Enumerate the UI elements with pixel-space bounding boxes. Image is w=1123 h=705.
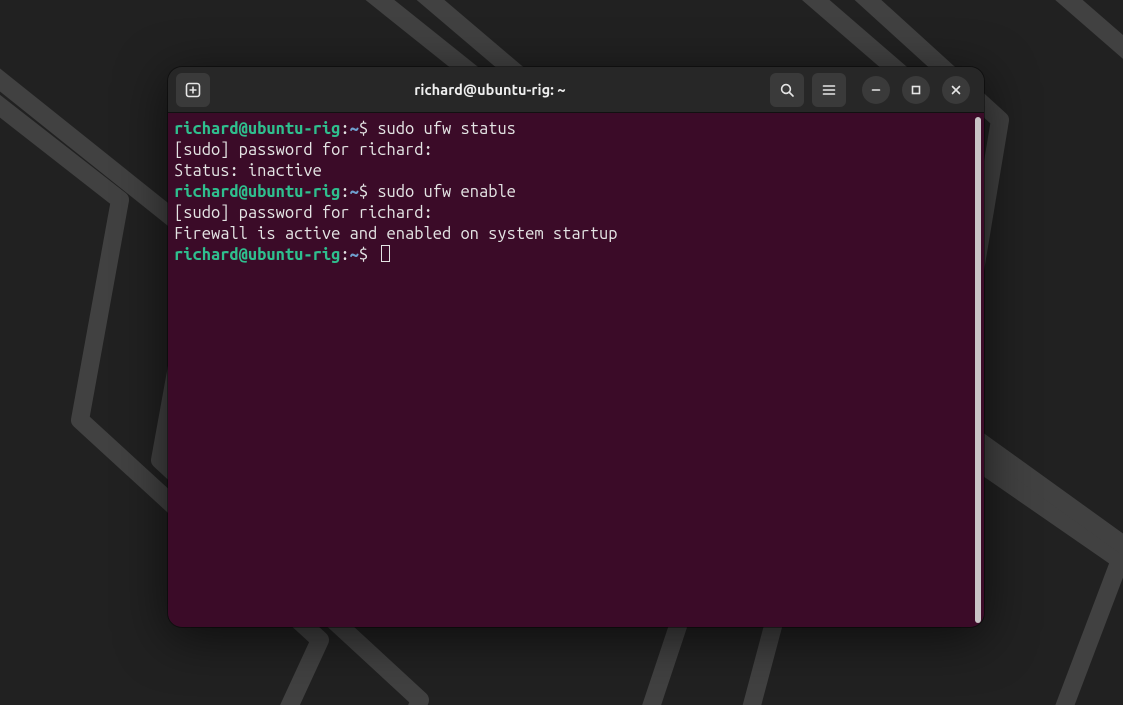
search-icon (779, 82, 795, 98)
prompt-path: ~ (350, 246, 359, 264)
command-text (368, 246, 377, 264)
prompt-path: ~ (350, 183, 359, 201)
prompt-symbol: $ (359, 183, 368, 201)
prompt-separator: : (340, 246, 349, 264)
terminal-window: richard@ubuntu-rig: ~ (168, 67, 984, 627)
scrollbar-thumb[interactable] (975, 117, 981, 623)
prompt-symbol: $ (359, 246, 368, 264)
cursor (381, 245, 390, 262)
minimize-button[interactable] (862, 76, 890, 104)
close-icon (950, 84, 962, 96)
output-line: [sudo] password for richard: (174, 141, 442, 159)
output-line: Firewall is active and enabled on system… (174, 225, 618, 243)
menu-button[interactable] (812, 73, 846, 107)
prompt-separator: : (340, 183, 349, 201)
command-text: sudo ufw enable (368, 183, 516, 201)
prompt-user-host: richard@ubuntu-rig (174, 120, 340, 138)
scrollbar[interactable] (975, 117, 981, 623)
output-line: [sudo] password for richard: (174, 204, 442, 222)
terminal-body[interactable]: richard@ubuntu-rig:~$ sudo ufw status [s… (168, 113, 984, 627)
minimize-icon (870, 84, 882, 96)
hamburger-menu-icon (821, 82, 837, 98)
maximize-button[interactable] (902, 76, 930, 104)
prompt-symbol: $ (359, 120, 368, 138)
search-button[interactable] (770, 73, 804, 107)
command-text: sudo ufw status (368, 120, 516, 138)
window-title: richard@ubuntu-rig: ~ (218, 81, 762, 98)
prompt-separator: : (340, 120, 349, 138)
new-tab-button[interactable] (176, 73, 210, 107)
prompt-user-host: richard@ubuntu-rig (174, 183, 340, 201)
maximize-icon (910, 84, 922, 96)
output-line: Status: inactive (174, 162, 322, 180)
titlebar[interactable]: richard@ubuntu-rig: ~ (168, 67, 984, 113)
prompt-path: ~ (350, 120, 359, 138)
terminal-text-area[interactable]: richard@ubuntu-rig:~$ sudo ufw status [s… (168, 113, 975, 627)
new-tab-icon (184, 81, 202, 99)
prompt-user-host: richard@ubuntu-rig (174, 246, 340, 264)
close-button[interactable] (942, 76, 970, 104)
